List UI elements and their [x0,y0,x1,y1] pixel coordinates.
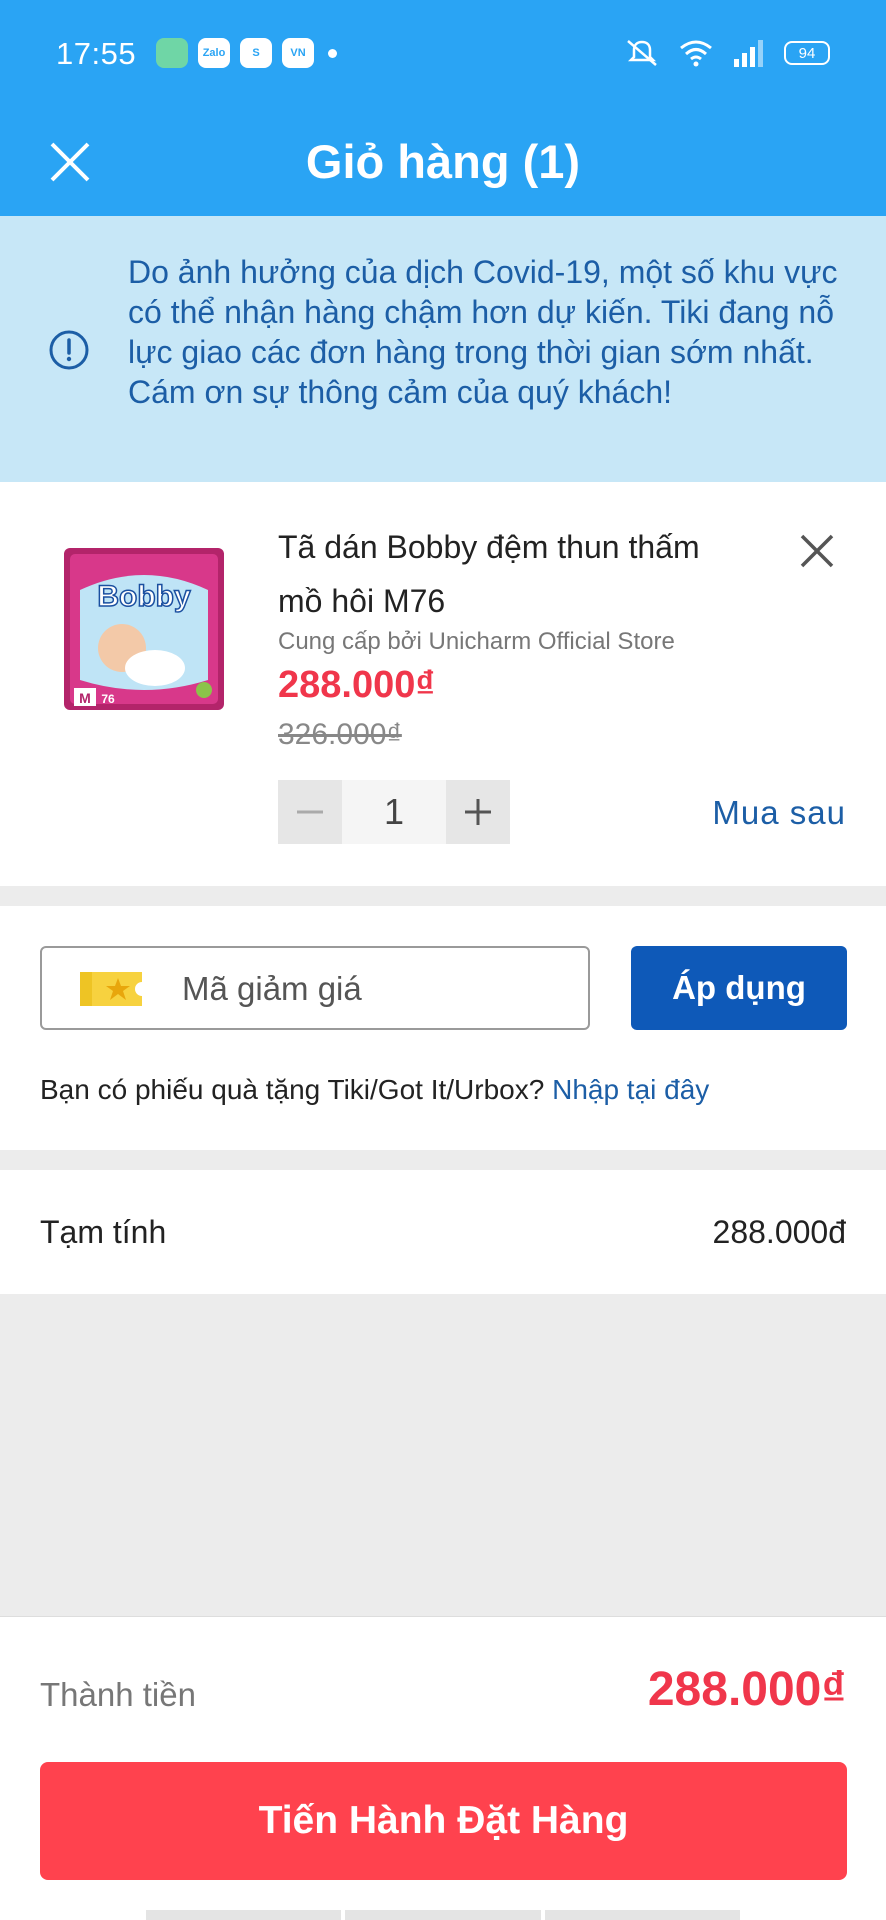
more-notifications-dot [328,48,337,58]
subtotal-value: 288.000đ [712,1214,846,1250]
nav-hint-segment [146,1910,342,1920]
zalo-app-icon: Zalo [198,38,230,68]
system-icons: 94 [624,38,830,68]
coupon-input[interactable]: Mã giảm giá [40,946,590,1030]
vn-app-icon: VN [282,38,314,68]
product-image-size: M [79,690,91,706]
nav-hint-segment [544,1910,740,1920]
wifi-icon [680,40,712,67]
product-price: 288.000₫ [278,664,435,706]
product-old-price: 326.000₫ [278,718,402,751]
minus-icon [297,810,323,814]
gift-card-question: Bạn có phiếu quà tặng Tiki/Got It/Urbox? [40,1074,545,1105]
product-image-count: 76 [101,692,115,706]
shopee-app-icon: S [240,38,272,68]
total-label: Thành tiền [40,1676,196,1713]
page-title: Giỏ hàng (1) [305,135,581,188]
total-value: 288.000₫ [647,1663,846,1716]
gift-card-link[interactable]: Nhập tại đây [552,1074,709,1105]
product-image[interactable]: Bobby M 76 [60,540,228,718]
mute-icon [627,40,657,66]
decrease-quantity-button[interactable] [278,780,342,844]
notification-icons: Zalo S VN [156,38,337,68]
signal-icon [734,40,763,67]
battery-icon: 94 [784,41,830,65]
nav-hint-segment [345,1910,541,1920]
coupon-placeholder: Mã giảm giá [182,970,362,1007]
status-time: 17:55 [56,36,137,71]
remove-item-button[interactable] [794,528,840,574]
increase-quantity-button[interactable] [446,780,510,844]
gift-card-prompt: Bạn có phiếu quà tặng Tiki/Got It/Urbox?… [40,1074,709,1106]
notice-text: Do ảnh hưởng của dịch Covid-19, một số k… [128,254,838,410]
app-header: Giỏ hàng (1) [0,108,886,216]
messages-app-icon [156,38,188,68]
plus-icon [465,799,491,825]
quantity-value[interactable]: 1 [342,780,446,844]
ticket-icon [80,972,142,1006]
status-bar: 17:55 Zalo S VN 94 [0,0,886,108]
apply-coupon-button[interactable]: Áp dụng [631,946,847,1030]
info-icon [49,330,89,370]
subtotal-label: Tạm tính [40,1214,167,1250]
buy-later-link[interactable]: Mua sau [712,794,846,832]
product-image-brand: Bobby [97,580,191,613]
product-name[interactable]: Tã dán Bobby đệm thun thấm mồ hôi M76 [278,520,748,628]
product-store: Cung cấp bởi Unicharm Official Store [278,628,675,655]
checkout-button[interactable]: Tiến Hành Đặt Hàng [40,1762,847,1880]
close-icon [800,534,834,568]
quantity-stepper: 1 [278,780,510,844]
navigation-hint-bar [146,1910,740,1920]
